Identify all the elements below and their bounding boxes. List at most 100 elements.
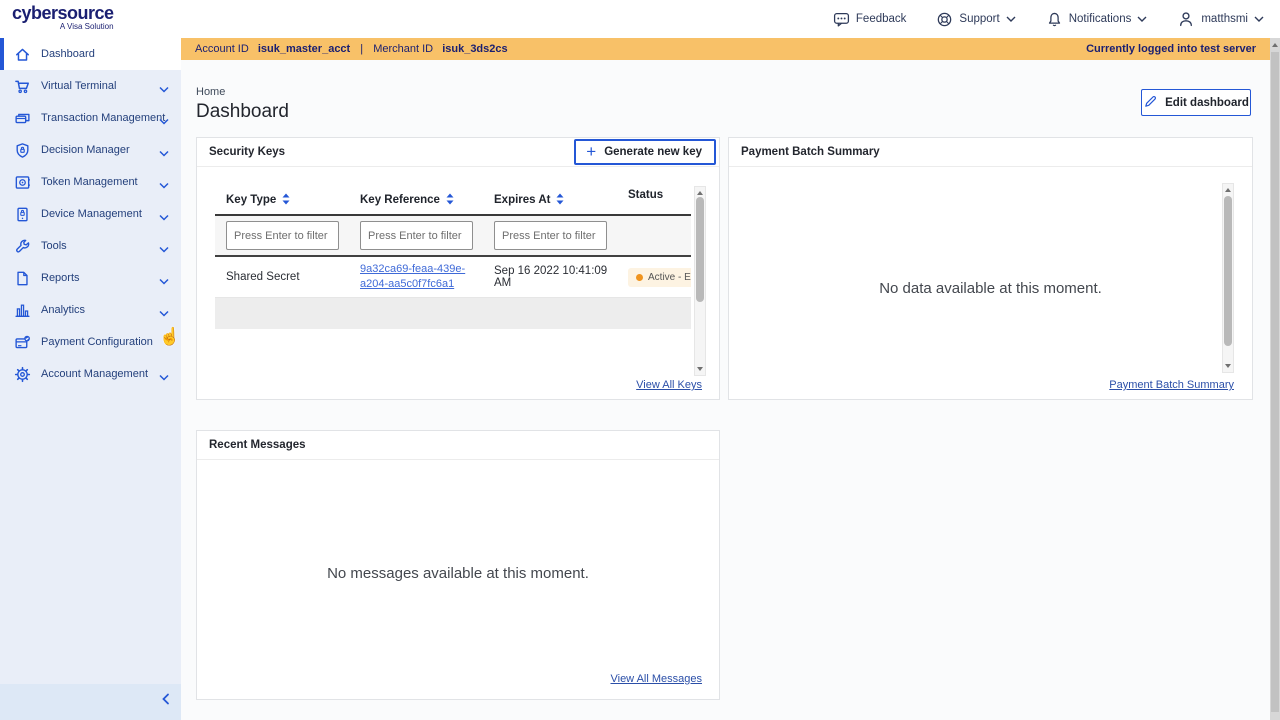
bell-icon	[1046, 11, 1063, 28]
key-type-filter-input[interactable]	[226, 221, 339, 250]
payment-batch-title: Payment Batch Summary	[741, 146, 880, 158]
bar-chart-icon	[14, 302, 31, 319]
sort-icon[interactable]	[556, 193, 564, 208]
merchant-id-value: isuk_3ds2cs	[442, 43, 507, 55]
column-header-status: Status	[617, 186, 691, 214]
sidebar-item-token-management[interactable]: Token Management	[0, 166, 181, 198]
sidebar-item-reports[interactable]: Reports	[0, 262, 181, 294]
table-scrollbar-thumb[interactable]	[696, 197, 704, 302]
table-row: Shared Secret 9a32ca69-feaa-439e-a204-aa…	[215, 257, 691, 298]
gear-icon	[14, 366, 31, 383]
support-label: Support	[959, 13, 999, 25]
recent-messages-title: Recent Messages	[209, 439, 306, 451]
status-label: Active - Expi	[648, 272, 691, 283]
shield-lock-icon	[14, 142, 31, 159]
payment-batch-header: Payment Batch Summary	[729, 138, 1252, 167]
key-reference-filter-input[interactable]	[360, 221, 473, 250]
sidebar-item-transaction-management[interactable]: Transaction Management	[0, 102, 181, 134]
mouse-cursor-icon: ☝	[159, 327, 180, 347]
sidebar-item-decision-manager[interactable]: Decision Manager	[0, 134, 181, 166]
chevron-down-icon	[159, 306, 169, 320]
payment-config-icon	[14, 334, 31, 351]
no-data-message: No data available at this moment.	[729, 280, 1252, 297]
sidebar-item-label: Payment Configuration	[41, 336, 153, 348]
generate-new-key-label: Generate new key	[604, 146, 702, 158]
sidebar-item-label: Virtual Terminal	[41, 80, 116, 92]
support-menu[interactable]: Support	[936, 11, 1015, 28]
separator: |	[360, 43, 363, 55]
sidebar-item-label: Dashboard	[41, 48, 95, 60]
scroll-up-arrow-icon[interactable]	[1225, 188, 1231, 192]
page-title: Dashboard	[196, 101, 289, 123]
wrench-icon	[14, 238, 31, 255]
user-menu[interactable]: matthsmi	[1177, 10, 1264, 28]
table-scrollbar[interactable]	[694, 186, 706, 376]
column-header-key-reference[interactable]: Key Reference	[349, 186, 483, 214]
chevron-down-icon	[1254, 16, 1264, 22]
view-all-messages-link[interactable]: View All Messages	[610, 673, 702, 685]
table-alt-row	[215, 298, 691, 329]
account-merchant-info: Account ID isuk_master_acct | Merchant I…	[195, 43, 508, 55]
chevron-down-icon	[159, 370, 169, 384]
column-label: Key Type	[226, 194, 276, 206]
view-all-keys-link[interactable]: View All Keys	[636, 379, 702, 391]
recent-messages-header: Recent Messages	[197, 431, 719, 460]
notifications-label: Notifications	[1069, 13, 1132, 25]
merchant-id-label: Merchant ID	[373, 43, 433, 55]
scroll-up-arrow-icon[interactable]	[697, 191, 703, 195]
edit-dashboard-label: Edit dashboard	[1165, 97, 1249, 109]
document-icon	[14, 270, 31, 287]
sidebar-item-virtual-terminal[interactable]: Virtual Terminal	[0, 70, 181, 102]
page-scrollbar[interactable]	[1270, 38, 1280, 720]
scroll-down-arrow-icon[interactable]	[697, 367, 703, 371]
edit-dashboard-button[interactable]: Edit dashboard	[1141, 89, 1251, 116]
security-keys-title: Security Keys	[209, 146, 285, 158]
top-bar-actions: Feedback Support Notifications	[833, 0, 1264, 38]
column-header-expires-at[interactable]: Expires At	[483, 186, 617, 214]
sidebar-item-label: Analytics	[41, 304, 85, 316]
generate-new-key-button[interactable]: + Generate new key	[574, 139, 716, 165]
sidebar-item-account-management[interactable]: Account Management	[0, 358, 181, 390]
status-badge: Active - Expi	[628, 268, 691, 287]
panel-scrollbar-thumb[interactable]	[1224, 196, 1232, 346]
username-label: matthsmi	[1201, 13, 1248, 25]
brand-tagline: A Visa Solution	[12, 22, 114, 31]
page-scrollbar-thumb[interactable]	[1271, 52, 1279, 712]
sidebar-item-label: Account Management	[41, 368, 148, 380]
pencil-icon	[1143, 94, 1158, 112]
vault-icon	[14, 174, 31, 191]
payment-batch-summary-link[interactable]: Payment Batch Summary	[1109, 379, 1234, 391]
sidebar-item-label: Token Management	[41, 176, 138, 188]
scroll-down-arrow-icon[interactable]	[1225, 364, 1231, 368]
feedback-label: Feedback	[856, 13, 907, 25]
feedback-button[interactable]: Feedback	[833, 11, 907, 28]
expires-at-filter-input[interactable]	[494, 221, 607, 250]
sidebar-item-label: Decision Manager	[41, 144, 130, 156]
user-icon	[1177, 10, 1195, 28]
table-filter-row	[215, 216, 691, 257]
cybersource-logo[interactable]: cybersource A Visa Solution	[12, 4, 114, 31]
sidebar-item-dashboard[interactable]: Dashboard	[0, 38, 181, 70]
chevron-down-icon	[159, 242, 169, 256]
sidebar-collapse-button[interactable]	[161, 693, 171, 708]
key-type-cell: Shared Secret	[215, 257, 349, 297]
panel-scrollbar[interactable]	[1222, 183, 1234, 373]
sidebar-item-device-management[interactable]: Device Management	[0, 198, 181, 230]
transactions-icon	[14, 110, 31, 127]
table-header-row: Key Type Key Reference Expires At Status	[215, 186, 691, 216]
security-keys-panel: Security Keys + Generate new key Key Typ…	[196, 137, 720, 400]
sort-icon[interactable]	[446, 193, 454, 208]
status-cell: Active - Expi	[617, 257, 691, 297]
home-icon	[14, 46, 31, 63]
sidebar-item-analytics[interactable]: Analytics	[0, 294, 181, 326]
key-reference-link[interactable]: 9a32ca69-feaa-439e-a204-aa5c0f7fc6a1	[360, 262, 476, 292]
sidebar-item-tools[interactable]: Tools	[0, 230, 181, 262]
column-label: Expires At	[494, 194, 550, 206]
sidebar-item-payment-configuration[interactable]: Payment Configuration	[0, 326, 181, 358]
notifications-menu[interactable]: Notifications	[1046, 11, 1148, 28]
column-header-key-type[interactable]: Key Type	[215, 186, 349, 214]
scroll-up-arrow-icon[interactable]	[1272, 43, 1278, 47]
sort-icon[interactable]	[282, 193, 290, 208]
column-label: Status	[628, 189, 663, 201]
breadcrumb[interactable]: Home	[196, 86, 225, 98]
